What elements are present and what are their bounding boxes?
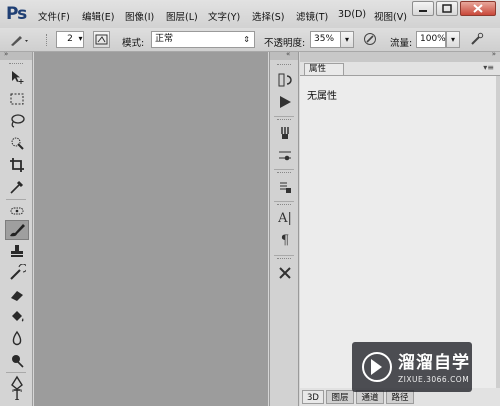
- document-canvas-area[interactable]: [34, 52, 268, 406]
- collapse-icon[interactable]: »: [4, 50, 8, 58]
- no-properties-text: 无属性: [307, 91, 337, 102]
- panel-grip: [277, 64, 291, 67]
- properties-scrollbar[interactable]: [496, 76, 500, 388]
- mode-label: 模式:: [122, 38, 145, 49]
- menu-layer[interactable]: 图层(L): [166, 9, 198, 23]
- tools-panel-header[interactable]: »: [0, 50, 32, 60]
- brush-icon[interactable]: [5, 220, 29, 240]
- opacity-dropdown-icon[interactable]: ▾: [340, 31, 354, 48]
- app-logo: Ps: [6, 4, 27, 24]
- panel-grip: [277, 204, 291, 207]
- dock-separator: [274, 116, 294, 117]
- menu-filter[interactable]: 滤镜(T): [296, 9, 328, 23]
- tool-presets-icon[interactable]: [277, 179, 293, 195]
- minimize-icon[interactable]: [412, 1, 434, 16]
- panel-grip: [9, 63, 23, 66]
- paragraph-icon[interactable]: ¶: [277, 233, 293, 249]
- type-icon[interactable]: T: [8, 387, 26, 405]
- brush-presets-icon[interactable]: [277, 125, 293, 141]
- menu-file[interactable]: 文件(F): [38, 9, 70, 23]
- healing-brush-icon[interactable]: [8, 202, 26, 220]
- maximize-icon[interactable]: [436, 1, 458, 16]
- tool-preset-brush-icon[interactable]: [8, 33, 30, 47]
- play-icon: [371, 359, 382, 375]
- history-brush-icon[interactable]: [8, 263, 28, 282]
- tools-separator: [6, 372, 26, 373]
- menu-3d[interactable]: 3D(D): [338, 9, 366, 20]
- close-icon[interactable]: [460, 1, 496, 16]
- eraser-icon[interactable]: [8, 286, 26, 304]
- mode-select-arrows-icon: ⇕: [243, 35, 250, 44]
- menu-image[interactable]: 图像(I): [125, 9, 154, 23]
- brush-settings-icon[interactable]: [277, 147, 293, 163]
- marquee-icon[interactable]: [8, 90, 26, 108]
- brush-size-dropdown-icon[interactable]: ▾: [76, 31, 85, 48]
- menu-type[interactable]: 文字(Y): [208, 9, 240, 23]
- eyedropper-icon[interactable]: [8, 178, 26, 196]
- history-icon[interactable]: [277, 72, 293, 88]
- brush-panel-toggle-icon[interactable]: [93, 31, 110, 48]
- tools-panel: » T: [0, 50, 33, 406]
- flow-label: 流量:: [390, 38, 413, 49]
- tab-paths[interactable]: 路径: [386, 390, 414, 404]
- quick-select-icon[interactable]: [8, 134, 26, 152]
- panel-grip: [277, 172, 291, 175]
- paint-bucket-icon[interactable]: [8, 308, 26, 326]
- flow-value: 100%: [420, 34, 446, 44]
- menu-bar: Ps 文件(F) 编辑(E) 图像(I) 图层(L) 文字(Y) 选择(S) 滤…: [0, 0, 500, 29]
- tools-icon[interactable]: [277, 265, 293, 281]
- character-icon[interactable]: A|: [277, 211, 293, 227]
- panel-menu-icon[interactable]: ▾≡: [483, 63, 494, 72]
- mode-select[interactable]: 正常 ⇕: [151, 31, 255, 48]
- menu-view[interactable]: 视图(V): [374, 9, 407, 23]
- brush-size-value: 2: [67, 34, 73, 44]
- menu-select[interactable]: 选择(S): [252, 9, 284, 23]
- collapse-icon[interactable]: »: [492, 50, 496, 58]
- dock-header[interactable]: «: [270, 50, 298, 60]
- tab-3d[interactable]: 3D: [302, 390, 324, 404]
- panel-dock: « A| ¶: [269, 50, 299, 406]
- move-icon[interactable]: [8, 68, 26, 86]
- collapse-icon[interactable]: «: [286, 50, 290, 58]
- options-bar: 2 ▾ 模式: 正常 ⇕ 不透明度: 35% ▾ 流量: 100% ▾: [0, 28, 500, 52]
- watermark-name: 溜溜自学: [398, 353, 470, 373]
- opacity-value: 35%: [314, 34, 335, 44]
- properties-panel-header[interactable]: »: [300, 50, 500, 62]
- panel-grip: [277, 258, 291, 261]
- tab-properties[interactable]: 属性: [304, 63, 344, 75]
- tools-separator: [6, 199, 26, 200]
- menu-edit[interactable]: 编辑(E): [82, 9, 114, 23]
- tab-properties-label: 属性: [309, 64, 327, 74]
- dock-separator: [274, 255, 294, 256]
- opacity-input[interactable]: 35%: [310, 31, 344, 48]
- options-grip: [46, 34, 49, 46]
- lasso-icon[interactable]: [8, 112, 26, 130]
- crop-icon[interactable]: [8, 156, 26, 174]
- flow-input[interactable]: 100%: [416, 31, 446, 48]
- dock-separator: [274, 201, 294, 202]
- watermark: 溜溜自学 ZIXUE.3066.COM: [352, 342, 472, 392]
- flow-dropdown-icon[interactable]: ▾: [446, 31, 460, 48]
- tab-layers[interactable]: 图层: [326, 390, 354, 404]
- dock-separator: [274, 169, 294, 170]
- opacity-label: 不透明度:: [264, 38, 306, 49]
- tab-channels[interactable]: 通道: [356, 390, 384, 404]
- dodge-icon[interactable]: [8, 352, 26, 370]
- actions-icon[interactable]: [277, 94, 293, 110]
- airbrush-icon[interactable]: [468, 31, 485, 48]
- panel-grip: [277, 119, 291, 122]
- blur-icon[interactable]: [8, 330, 26, 348]
- clone-stamp-icon[interactable]: [8, 242, 26, 260]
- pressure-opacity-icon[interactable]: [361, 31, 378, 48]
- mode-value: 正常: [155, 34, 174, 44]
- watermark-url: ZIXUE.3066.COM: [398, 375, 470, 384]
